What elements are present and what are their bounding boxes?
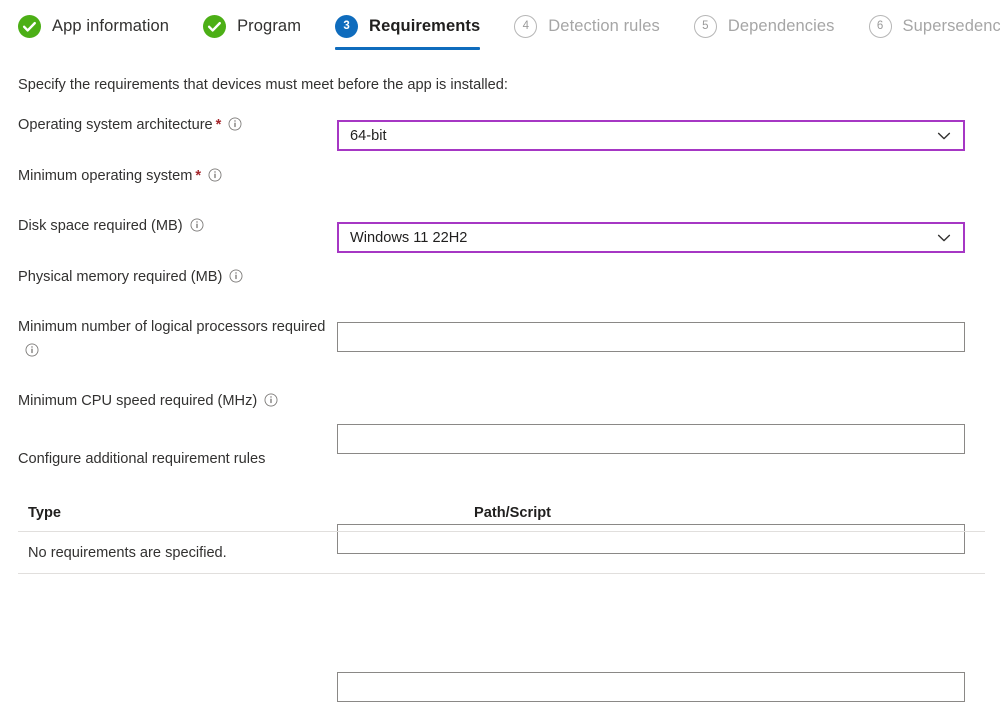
input-minimum-cpu-speed-required-mhz[interactable] — [337, 672, 965, 702]
field-row-minimum-cpu-speed-required-mhz: Minimum CPU speed required (MHz) — [0, 389, 1000, 702]
field-label-text: Operating system architecture — [18, 117, 213, 133]
wizard-tab-dependencies[interactable]: 5 Dependencies — [693, 0, 835, 53]
field-label-text: Minimum number of logical processors req… — [18, 319, 326, 335]
info-icon[interactable] — [190, 218, 204, 232]
wizard-tab-label: Dependencies — [727, 17, 835, 35]
check-circle-icon — [18, 15, 41, 38]
page-description: Specify the requirements that devices mu… — [18, 77, 508, 93]
field-label-physical-memory-required-mb: Physical memory required (MB) — [18, 265, 328, 289]
field-label-text: Physical memory required (MB) — [18, 269, 223, 285]
field-label-minimum-number-of-logical-processors-required: Minimum number of logical processors req… — [18, 315, 328, 363]
column-header-type: Type — [28, 505, 61, 521]
wizard-tabstrip: App information Program 3 Requirements 4 Dete… — [0, 0, 1000, 56]
step-number-badge: 5 — [693, 15, 717, 38]
info-icon[interactable] — [208, 168, 222, 182]
field-label-text: Minimum operating system — [18, 168, 193, 184]
info-icon[interactable] — [264, 393, 278, 407]
field-label-text: Disk space required (MB) — [18, 218, 183, 234]
wizard-tab-supersedence[interactable]: 6 Supersedence — [868, 0, 1000, 53]
column-header-path-script: Path/Script — [474, 505, 552, 521]
wizard-tab-detection-rules[interactable]: 4 Detection rules — [514, 0, 660, 53]
field-row-disk-space-required-mb: Disk space required (MB) — [0, 214, 1000, 352]
additional-rules-title: Configure additional requirement rules — [18, 451, 266, 467]
wizard-tab-requirements[interactable]: 3 Requirements — [335, 0, 481, 53]
step-number-badge: 3 — [335, 15, 359, 38]
field-row-minimum-number-of-logical-processors-required: Minimum number of logical processors req… — [0, 315, 1000, 554]
check-circle-icon — [203, 15, 227, 38]
table-empty-message: No requirements are specified. — [18, 532, 985, 574]
required-asterisk: * — [195, 168, 202, 184]
info-icon[interactable] — [25, 343, 39, 357]
field-label-minimum-operating-system: Minimum operating system * — [18, 164, 328, 188]
dropdown-selected-value: 64-bit — [350, 127, 387, 144]
table-header-row: Type Path/Script — [18, 495, 985, 532]
field-row-operating-system-architecture: Operating system architecture * 64-bit — [0, 113, 1000, 163]
field-label-text: Minimum CPU speed required (MHz) — [18, 393, 258, 409]
field-label-disk-space-required-mb: Disk space required (MB) — [18, 214, 328, 238]
wizard-tab-label: Detection rules — [548, 17, 660, 35]
wizard-tab-app-information[interactable]: App information — [18, 0, 169, 53]
active-tab-underline — [335, 47, 481, 50]
wizard-tab-label: App information — [52, 17, 170, 35]
info-icon[interactable] — [229, 269, 243, 283]
wizard-tab-label: Supersedence — [902, 17, 1000, 35]
chevron-down-icon — [935, 127, 953, 145]
wizard-tab-label: Program — [237, 17, 302, 35]
field-label-minimum-cpu-speed-required-mhz: Minimum CPU speed required (MHz) — [18, 389, 328, 413]
step-number-badge: 4 — [514, 15, 538, 38]
field-row-physical-memory-required-mb: Physical memory required (MB) — [0, 265, 1000, 454]
step-number-badge: 6 — [868, 15, 892, 38]
field-row-minimum-operating-system: Minimum operating system * Windows 11 22H2 — [0, 164, 1000, 253]
wizard-tab-program[interactable]: Program — [203, 0, 301, 53]
requirement-rules-table: Type Path/Script No requirements are spe… — [18, 495, 985, 574]
field-label-operating-system-architecture: Operating system architecture * — [18, 113, 328, 137]
required-asterisk: * — [215, 117, 222, 133]
info-icon[interactable] — [228, 117, 242, 131]
wizard-tab-label: Requirements — [369, 17, 481, 35]
dropdown-operating-system-architecture[interactable]: 64-bit — [337, 120, 965, 151]
